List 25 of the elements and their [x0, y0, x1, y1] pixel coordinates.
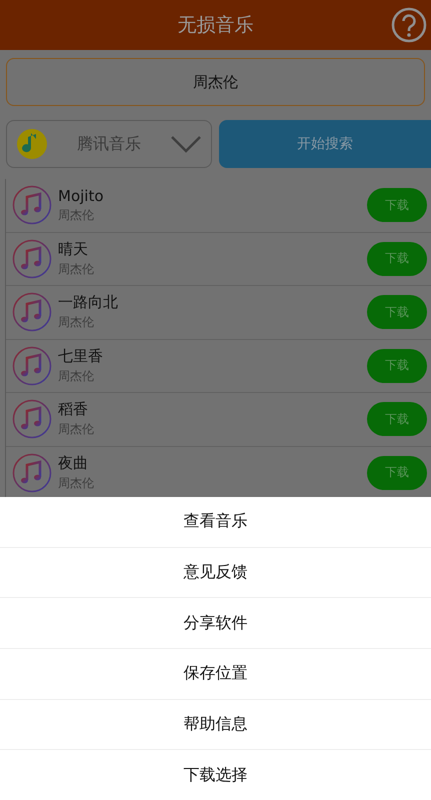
- menu-item[interactable]: 分享软件: [0, 598, 431, 650]
- song-title: 晴天: [58, 240, 89, 259]
- music-note-icon: [12, 292, 52, 332]
- help-icon[interactable]: [391, 7, 427, 43]
- music-note-icon: [12, 452, 52, 493]
- music-note-icon: [12, 185, 52, 226]
- song-title: Mojito: [58, 186, 105, 205]
- menu-item[interactable]: 保存位置: [0, 649, 431, 700]
- menu-item[interactable]: 查看音乐: [0, 497, 431, 548]
- music-note-icon: [12, 346, 52, 386]
- chevron-down-icon: [170, 135, 202, 153]
- music-note-logo-icon: [16, 128, 48, 160]
- search-field[interactable]: 周杰伦: [6, 58, 425, 106]
- song-title: 夜曲: [58, 454, 89, 473]
- menu-item[interactable]: 下载选择: [0, 750, 431, 800]
- music-note-icon: [12, 238, 52, 279]
- menu-item[interactable]: 意见反馈: [0, 548, 431, 598]
- song-title: 稻香: [58, 400, 89, 420]
- source-dropdown[interactable]: 腾讯音乐: [6, 120, 212, 168]
- menu-item[interactable]: 帮助信息: [0, 700, 431, 750]
- search-button[interactable]: 开始搜索: [219, 120, 431, 168]
- app-title: 无损音乐: [178, 13, 254, 38]
- song-title: 一路向北: [58, 293, 119, 312]
- music-note-icon: [12, 399, 52, 440]
- song-title: 七里香: [58, 346, 104, 366]
